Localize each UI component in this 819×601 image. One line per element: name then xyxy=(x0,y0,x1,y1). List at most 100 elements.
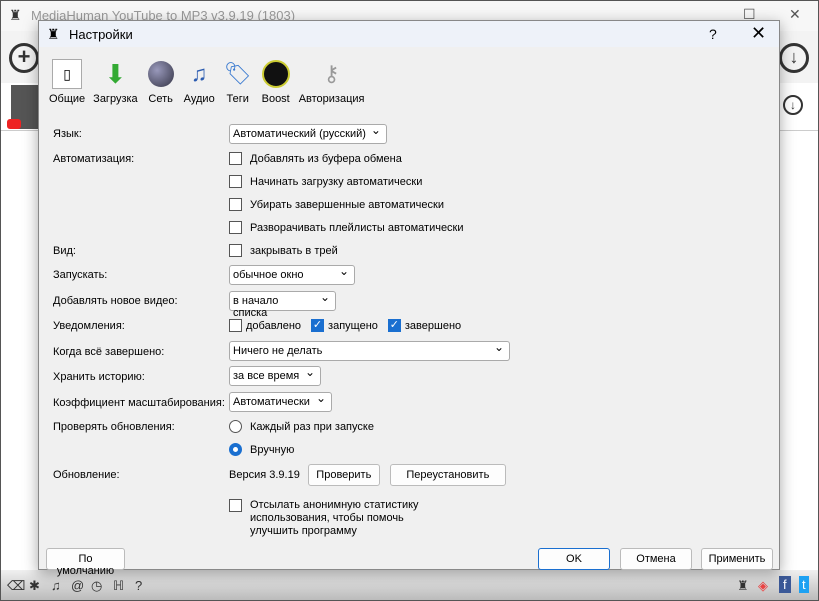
music-icon[interactable]: ♫ xyxy=(51,578,61,593)
tab-download[interactable]: ⬇ Загрузка xyxy=(93,58,138,106)
download-arrow-icon: ⬇ xyxy=(104,58,127,89)
option-label: закрывать в трей xyxy=(250,244,338,257)
tab-label: Boost xyxy=(261,93,290,105)
update-manual-radio[interactable]: Вручную xyxy=(229,443,294,456)
checkbox[interactable] xyxy=(229,198,242,211)
update-label: Обновление: xyxy=(53,469,120,481)
dialog-title: Настройки xyxy=(69,27,133,42)
tab-label: Авторизация xyxy=(298,93,365,105)
checkbox[interactable] xyxy=(229,244,242,257)
settings-dialog: ♜ Настройки ? ✕ ▯ Общие ⬇ Загрузка Сеть ♫ А… xyxy=(38,20,780,577)
automation-option-1[interactable]: Начинать загрузку автоматически xyxy=(229,175,422,188)
option-label: Добавлять из буфера обмена xyxy=(250,152,402,165)
add-video-label: Добавлять новое видео: xyxy=(53,295,178,307)
ok-button[interactable]: OK xyxy=(538,548,610,570)
history-label: Хранить историю: xyxy=(53,371,145,383)
tab-boost[interactable]: Boost xyxy=(261,59,291,105)
add-video-select[interactable]: в начало списка xyxy=(229,290,336,319)
option-label: Вручную xyxy=(250,443,295,456)
apply-button[interactable]: Применить xyxy=(701,548,773,570)
binoculars-icon[interactable]: ℍ xyxy=(113,578,124,594)
radio[interactable] xyxy=(229,420,242,433)
automation-label: Автоматизация: xyxy=(53,153,135,165)
clean-icon[interactable]: ⌫ xyxy=(7,578,25,594)
help-icon[interactable]: ? xyxy=(135,578,142,593)
language-label: Язык: xyxy=(53,128,82,140)
option-label: Начинать загрузку автоматически xyxy=(250,175,423,188)
option-label: добавлено xyxy=(246,319,302,332)
option-label: Отсылать анонимную статистику использова… xyxy=(250,499,419,537)
notify-started-checkbox[interactable]: ✓ xyxy=(311,319,325,332)
stats-option[interactable]: Отсылать анонимную статистику использова… xyxy=(229,499,450,538)
close-main-button[interactable]: ✕ xyxy=(789,6,801,23)
option-label: Каждый раз при запуске xyxy=(250,420,374,433)
tab-label: Аудио xyxy=(183,93,215,105)
globe-icon xyxy=(146,59,176,89)
tab-audio[interactable]: ♫ Аудио xyxy=(184,59,215,105)
app-logo-icon: ♜ xyxy=(47,26,60,42)
radio[interactable] xyxy=(229,443,242,456)
launch-select[interactable]: обычное окно xyxy=(229,264,355,285)
keys-icon: ⚷ xyxy=(323,61,340,86)
checkbox[interactable] xyxy=(229,175,242,188)
brave-icon[interactable]: ◈ xyxy=(758,578,768,594)
scale-label: Коэффициент масштабирования: xyxy=(53,397,225,409)
when-done-label: Когда всё завершено: xyxy=(53,346,165,358)
option-label: Разворачивать плейлисты автоматически xyxy=(250,221,464,234)
tag-icon: 🏷 xyxy=(223,61,252,86)
scale-select[interactable]: Автоматически xyxy=(229,391,332,412)
tab-authorization[interactable]: ⚷ Авторизация xyxy=(299,59,365,105)
view-label: Вид: xyxy=(53,245,76,257)
cancel-button[interactable]: Отмена xyxy=(620,548,692,570)
defaults-button[interactable]: По умолчанию xyxy=(46,548,125,577)
status-bar: ⌫ ✱ ♫ @ ◷ ℍ ? ♜ ◈ f t xyxy=(1,570,818,600)
automation-option-2[interactable]: Убирать завершенные автоматически xyxy=(229,198,444,211)
notify-added-checkbox[interactable] xyxy=(229,319,242,332)
option-label: запущено xyxy=(328,319,378,332)
checkbox[interactable] xyxy=(229,152,242,165)
gear-icon[interactable]: ✱ xyxy=(29,578,40,594)
automation-option-3[interactable]: Разворачивать плейлисты автоматически xyxy=(229,221,464,234)
reinstall-button[interactable]: Переустановить xyxy=(389,464,506,486)
switch-icon: ▯ xyxy=(52,59,83,89)
automation-option-0[interactable]: Добавлять из буфера обмена xyxy=(229,152,402,165)
download-item-icon[interactable]: ↓ xyxy=(783,95,803,115)
download-all-icon[interactable]: ↓ xyxy=(779,43,809,73)
when-done-select[interactable]: Ничего не делать xyxy=(229,340,510,361)
add-icon[interactable]: + xyxy=(9,43,39,73)
tab-tags[interactable]: 🏷 Теги xyxy=(223,59,253,105)
version-text: Версия 3.9.19 xyxy=(229,469,300,481)
notifications-label: Уведомления: xyxy=(53,320,125,332)
tray-option[interactable]: закрывать в трей xyxy=(229,244,338,257)
help-button[interactable]: ? xyxy=(709,26,717,42)
youtube-icon xyxy=(7,119,21,129)
close-button[interactable]: ✕ xyxy=(751,23,766,44)
tab-label: Теги xyxy=(226,93,249,105)
checkbox[interactable] xyxy=(229,221,242,234)
tab-label: Загрузка xyxy=(93,93,138,105)
language-select[interactable]: Автоматический (русский) xyxy=(229,123,387,144)
option-label: завершено xyxy=(404,319,462,332)
twitter-icon[interactable]: t xyxy=(799,576,809,593)
app-logo-icon: ♜ xyxy=(9,7,22,23)
snail-icon[interactable]: @ xyxy=(71,578,84,593)
option-label: Убирать завершенные автоматически xyxy=(250,198,444,211)
clock-icon[interactable]: ◷ xyxy=(91,578,102,594)
checkbox[interactable] xyxy=(229,499,242,512)
launch-label: Запускать: xyxy=(53,269,108,281)
history-select[interactable]: за все время xyxy=(229,365,321,386)
tab-label: Общие xyxy=(49,93,86,105)
facebook-icon[interactable]: f xyxy=(779,576,791,593)
notify-finished-checkbox[interactable]: ✓ xyxy=(387,319,401,332)
tab-network[interactable]: Сеть xyxy=(146,59,176,105)
updates-label: Проверять обновления: xyxy=(53,421,175,433)
settings-tabs: ▯ Общие ⬇ Загрузка Сеть ♫ Аудио 🏷 Теги Boost… xyxy=(49,58,372,106)
update-on-start-radio[interactable]: Каждый раз при запуске xyxy=(229,420,374,433)
check-update-button[interactable]: Проверить xyxy=(307,464,380,486)
tab-general[interactable]: ▯ Общие xyxy=(49,59,85,105)
dialog-title-bar: ♜ Настройки ? ✕ xyxy=(39,21,779,47)
music-note-icon: ♫ xyxy=(190,61,208,86)
tab-label: Сеть xyxy=(148,93,173,105)
gauge-icon xyxy=(261,59,291,89)
app-logo-icon[interactable]: ♜ xyxy=(737,578,749,594)
